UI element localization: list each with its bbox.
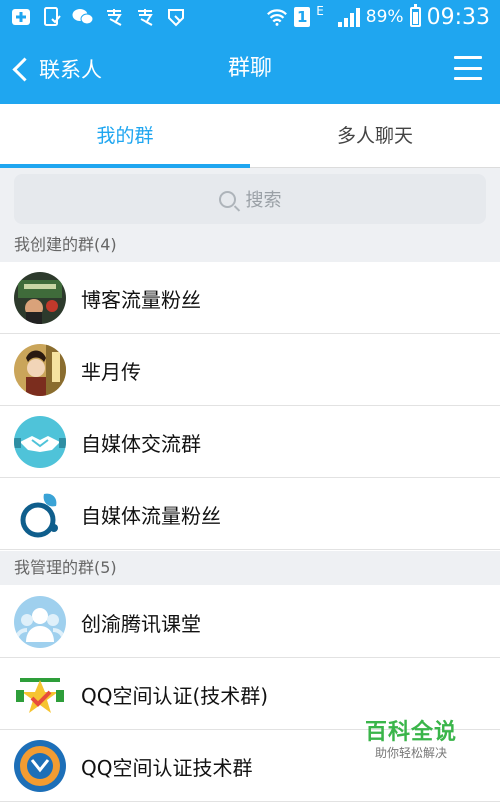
clock: 09:33 — [426, 4, 490, 30]
group-name: 芈月传 — [81, 359, 141, 384]
back-button[interactable]: 联系人 — [10, 34, 102, 104]
shield-notification-icon — [165, 6, 187, 28]
group-row[interactable]: QQ空间认证(技术群) — [0, 658, 500, 730]
search-placeholder: 搜索 — [245, 190, 282, 211]
search-input[interactable]: 搜索 — [14, 174, 486, 224]
group-avatar — [14, 344, 66, 396]
group-name: 创渝腾讯课堂 — [81, 611, 201, 636]
group-name: 博客流量粉丝 — [81, 287, 201, 312]
group-name: QQ空间认证(技术群) — [81, 683, 269, 708]
sim-number: 1 — [296, 8, 308, 26]
sim-card-icon: 1 — [294, 7, 311, 27]
group-name: 自媒体流量粉丝 — [81, 503, 221, 528]
notification-icons — [0, 6, 187, 28]
group-row[interactable]: QQ空间认证技术群 — [0, 730, 500, 802]
group-avatar — [14, 596, 66, 648]
phone-notification-icon — [41, 6, 63, 28]
section-header-managed: 我管理的群(5) — [0, 551, 500, 585]
section-header-created: 我创建的群(4) — [0, 228, 500, 262]
group-name: QQ空间认证技术群 — [81, 755, 253, 780]
download-notification-icon — [10, 6, 32, 28]
wechat-notification-icon — [72, 6, 94, 28]
group-avatar — [14, 740, 66, 792]
group-avatar — [14, 668, 66, 720]
tab-multi-chat[interactable]: 多人聊天 — [250, 104, 500, 167]
alipay-notification-icon — [134, 6, 156, 28]
group-row[interactable]: 芈月传 — [0, 334, 500, 406]
network-type: E — [316, 4, 324, 18]
signal-icon — [337, 7, 360, 27]
status-bar: 1 E 89% 09:33 — [0, 0, 500, 34]
tab-my-groups[interactable]: 我的群 — [0, 104, 250, 168]
battery-percent: 89% — [365, 7, 404, 27]
menu-icon[interactable] — [454, 56, 482, 80]
group-avatar — [14, 272, 66, 324]
group-avatar — [14, 488, 66, 540]
wifi-icon — [266, 6, 288, 28]
search-bar-container: 搜索 — [0, 168, 500, 228]
nav-bar: 联系人 群聊 — [0, 34, 500, 104]
group-avatar — [14, 416, 66, 468]
group-row[interactable]: 自媒体流量粉丝 — [0, 478, 500, 550]
group-name: 自媒体交流群 — [81, 431, 201, 456]
battery-icon — [409, 4, 421, 27]
group-row[interactable]: 创渝腾讯课堂 — [0, 586, 500, 658]
back-label: 联系人 — [39, 58, 102, 82]
system-status: 1 E 89% 09:33 — [266, 0, 490, 34]
alipay-notification-icon — [103, 6, 125, 28]
tab-bar: 我的群 多人聊天 — [0, 104, 500, 168]
group-row[interactable]: 博客流量粉丝 — [0, 262, 500, 334]
chevron-left-icon — [12, 56, 37, 82]
search-icon — [218, 190, 236, 208]
group-row[interactable]: 自媒体交流群 — [0, 406, 500, 478]
